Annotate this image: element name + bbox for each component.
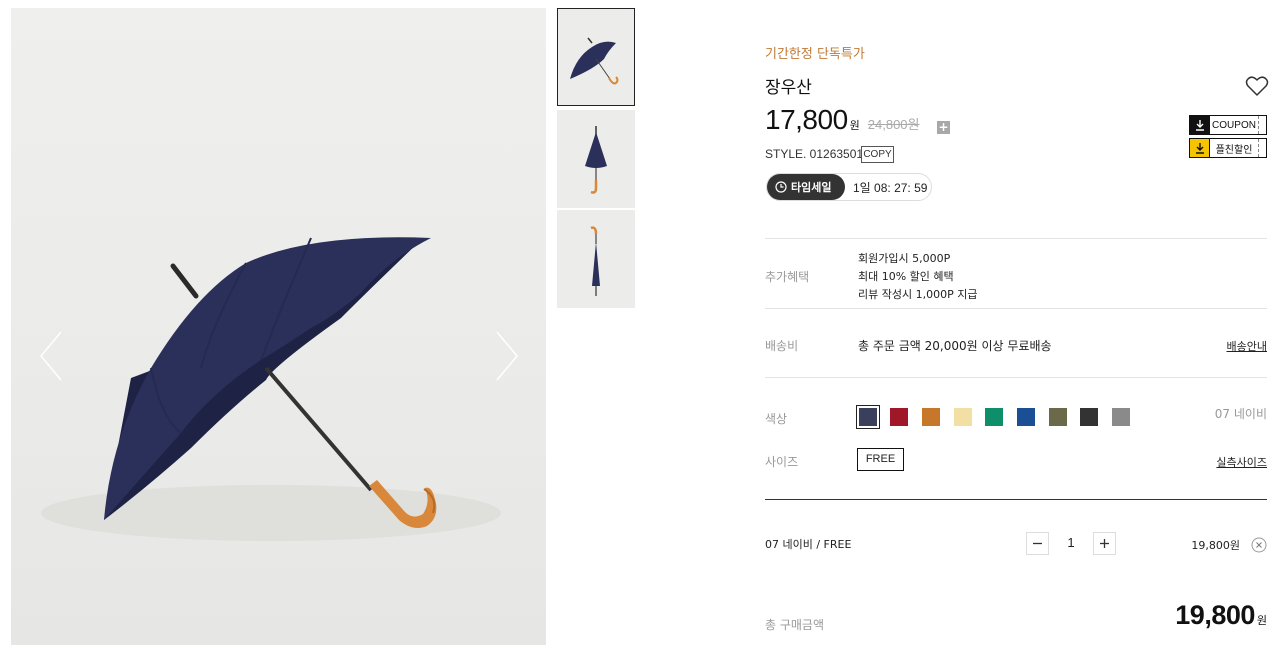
quantity-decrease-button[interactable] [1026,532,1049,555]
size-chart-link[interactable]: 실측사이즈 [1216,454,1267,470]
coupon-label: COUPON [1212,119,1256,131]
coupon-perforation [1258,139,1266,157]
divider [765,308,1267,309]
selected-color-name: 07 네이비 [1214,407,1267,421]
style-number: STYLE. 01263501 [765,147,864,161]
quantity-increase-button[interactable] [1093,532,1116,555]
wishlist-button[interactable] [1245,75,1269,97]
divider [765,238,1267,239]
sale-price: 17,800 [765,104,848,135]
total-price: 19,800 [1175,600,1255,630]
remove-option-button[interactable] [1251,537,1267,553]
original-price: 24,800원 [867,117,920,132]
color-swatch-blue[interactable] [1017,408,1035,426]
color-swatch-red[interactable] [890,408,908,426]
size-label: 사이즈 [765,455,799,469]
umbrella-illustration [41,237,501,541]
benefit-item: 회원가입시 5,000P [858,252,951,265]
total-unit: 원 [1256,614,1267,627]
product-title: 장우산 [765,78,812,98]
price-unit: 원 [849,119,860,132]
size-option-free[interactable]: FREE [857,448,904,471]
benefit-item: 리뷰 작성시 1,000P 지급 [858,288,978,301]
color-swatch-orange[interactable] [922,408,940,426]
price-detail-plus-button[interactable]: + [937,121,950,134]
heart-icon [1245,76,1269,96]
chevron-left-icon [40,331,62,381]
promo-label: 기간한정 단독특가 [765,47,865,62]
download-icon [1190,116,1210,134]
selected-option-name: 07 네이비 / FREE [765,538,852,551]
copy-style-button[interactable]: COPY [861,146,894,163]
price-row: 17,800 원 24,800원 [765,104,920,138]
next-image-button[interactable] [491,326,521,386]
color-swatch-charcoal[interactable] [1080,408,1098,426]
thumbnail-umbrella-closed-image [585,126,607,194]
prev-image-button[interactable] [37,326,67,386]
timesale-badge: 타임세일 [767,174,845,200]
color-swatch-gray[interactable] [1112,408,1130,426]
color-swatch-green[interactable] [985,408,1003,426]
friend-discount-label: 플친할인 [1215,144,1253,156]
total-label: 총 구매금액 [765,618,825,632]
chevron-right-icon [496,331,518,381]
timesale-label: 타임세일 [791,181,832,194]
shipping-info: 총 주문 금액 20,000원 이상 무료배송 [858,339,1052,353]
clock-icon [775,181,787,193]
divider [765,499,1267,500]
color-label: 색상 [765,412,788,426]
plus-icon [1100,539,1109,548]
shipping-guide-link[interactable]: 배송안내 [1227,338,1267,354]
total-price-row: 19,800 원 [1175,600,1267,631]
line-price: 19,800원 [1191,539,1240,552]
download-icon [1190,139,1210,157]
color-swatch-olive[interactable] [1049,408,1067,426]
thumbnail-2[interactable] [557,110,635,208]
thumbnail-umbrella-open-image [570,37,619,85]
minus-icon [1033,542,1042,545]
color-swatch-cream[interactable] [954,408,972,426]
coupon-perforation [1258,116,1266,134]
quantity-value[interactable]: 1 [1060,535,1082,550]
friend-discount-button[interactable]: 플친할인 [1189,138,1267,158]
benefit-item: 최대 10% 할인 혜택 [858,270,954,283]
coupon-download-button[interactable]: COUPON [1189,115,1267,135]
divider [765,377,1267,378]
thumbnail-umbrella-hook-image [590,226,600,296]
thumbnail-3[interactable] [557,210,635,308]
close-circle-icon [1251,537,1267,553]
benefits-label: 추가혜택 [765,270,810,284]
timesale-countdown: 1일 08: 27: 59 [853,180,928,195]
main-product-image [11,8,546,645]
color-swatch-navy[interactable] [856,405,880,429]
shipping-label: 배송비 [765,339,799,353]
timesale-timer: 타임세일 1일 08: 27: 59 [766,173,932,201]
thumbnail-1[interactable] [557,8,635,106]
